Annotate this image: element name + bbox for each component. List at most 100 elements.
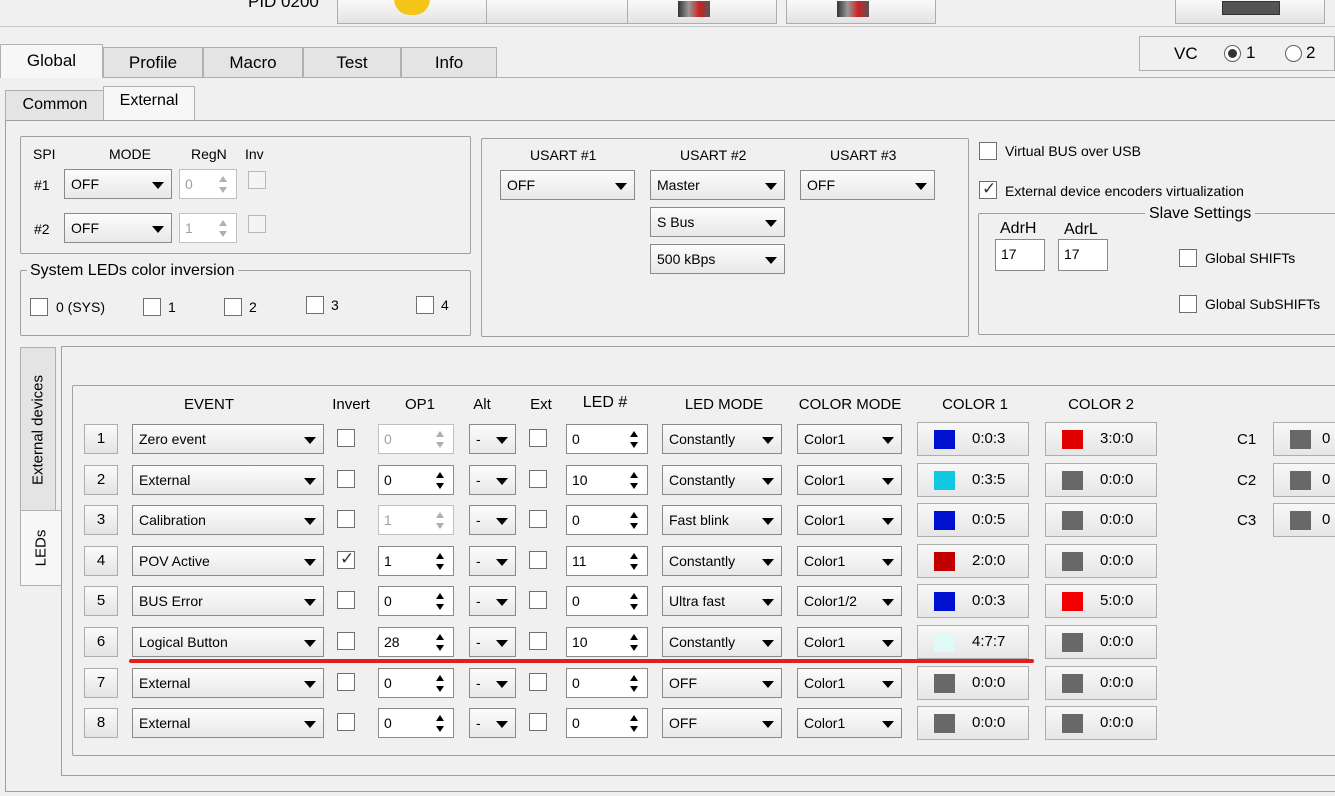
- color-mode-select[interactable]: Color1: [797, 545, 902, 576]
- alt-select[interactable]: -: [469, 627, 516, 657]
- row-number-button[interactable]: 3: [84, 505, 118, 536]
- custom-color-button[interactable]: 0: [1273, 503, 1335, 538]
- toolbar-button-1[interactable]: [337, 0, 487, 24]
- toolbar-button-4[interactable]: [786, 0, 936, 24]
- spi1-regn-spinner[interactable]: 0: [179, 169, 237, 199]
- invert-checkbox[interactable]: [337, 713, 355, 732]
- led-number-spinner[interactable]: 11: [566, 545, 648, 576]
- op1-spinner[interactable]: 1: [378, 505, 454, 536]
- color2-button[interactable]: 0:0:0: [1045, 462, 1157, 497]
- ext-checkbox[interactable]: [529, 550, 547, 569]
- spi2-regn-spinner[interactable]: 1: [179, 213, 237, 243]
- sysled-0-checkbox[interactable]: [30, 298, 48, 316]
- tab-test[interactable]: Test: [303, 47, 401, 77]
- row-number-button[interactable]: 4: [84, 545, 118, 576]
- tab-global[interactable]: Global: [0, 44, 103, 78]
- subtab-external[interactable]: External: [103, 86, 195, 120]
- op1-spinner[interactable]: 0: [378, 424, 454, 454]
- led-mode-select[interactable]: Constantly: [662, 627, 782, 657]
- alt-select[interactable]: -: [469, 667, 516, 698]
- led-mode-select[interactable]: OFF: [662, 667, 782, 698]
- alt-select[interactable]: -: [469, 464, 516, 495]
- global-shifts-checkbox[interactable]: [1179, 249, 1197, 267]
- invert-checkbox[interactable]: ✓: [337, 549, 355, 569]
- spi1-inv-checkbox[interactable]: [248, 171, 266, 189]
- alt-select[interactable]: -: [469, 586, 516, 617]
- color-mode-select[interactable]: Color1: [797, 505, 902, 536]
- event-select[interactable]: External: [132, 708, 324, 739]
- color-mode-select[interactable]: Color1: [797, 627, 902, 657]
- color1-button[interactable]: 0:0:0: [917, 665, 1029, 700]
- event-select[interactable]: Logical Button: [132, 627, 324, 657]
- toolbar-button-2[interactable]: [486, 0, 628, 24]
- adrh-input[interactable]: 17: [995, 239, 1045, 271]
- led-number-spinner[interactable]: 0: [566, 424, 648, 454]
- ext-checkbox[interactable]: [529, 591, 547, 610]
- event-select[interactable]: BUS Error: [132, 586, 324, 617]
- op1-spinner[interactable]: 1: [378, 545, 454, 576]
- color1-button[interactable]: 0:0:3: [917, 584, 1029, 619]
- ext-checkbox[interactable]: [529, 672, 547, 691]
- tab-profile[interactable]: Profile: [103, 47, 203, 77]
- sysled-1-checkbox[interactable]: [143, 298, 161, 316]
- color2-button[interactable]: 5:0:0: [1045, 584, 1157, 619]
- event-select[interactable]: External: [132, 464, 324, 495]
- led-mode-select[interactable]: Ultra fast: [662, 586, 782, 617]
- color2-button[interactable]: 3:0:0: [1045, 422, 1157, 456]
- color1-button[interactable]: 4:7:7: [917, 625, 1029, 659]
- side-tab-leds[interactable]: LEDs: [20, 510, 62, 586]
- led-number-spinner[interactable]: 0: [566, 667, 648, 698]
- row-number-button[interactable]: 2: [84, 464, 118, 495]
- op1-spinner[interactable]: 28: [378, 627, 454, 657]
- sysled-2-checkbox[interactable]: [224, 298, 242, 316]
- color-mode-select[interactable]: Color1/2: [797, 586, 902, 617]
- led-number-spinner[interactable]: 0: [566, 586, 648, 617]
- event-select[interactable]: POV Active: [132, 545, 324, 576]
- ext-checkbox[interactable]: [529, 429, 547, 447]
- color-mode-select[interactable]: Color1: [797, 667, 902, 698]
- led-mode-select[interactable]: Fast blink: [662, 505, 782, 536]
- row-number-button[interactable]: 6: [84, 627, 118, 657]
- vc-radio-1[interactable]: [1224, 45, 1241, 62]
- led-number-spinner[interactable]: 0: [566, 505, 648, 536]
- ext-checkbox[interactable]: [529, 510, 547, 529]
- alt-select[interactable]: -: [469, 545, 516, 576]
- subtab-common[interactable]: Common: [5, 90, 105, 120]
- led-mode-select[interactable]: Constantly: [662, 545, 782, 576]
- adrl-input[interactable]: 17: [1058, 239, 1108, 271]
- sysled-4-checkbox[interactable]: [416, 296, 434, 314]
- color2-button[interactable]: 0:0:0: [1045, 625, 1157, 659]
- invert-checkbox[interactable]: [337, 591, 355, 610]
- led-number-spinner[interactable]: 0: [566, 708, 648, 739]
- op1-spinner[interactable]: 0: [378, 464, 454, 495]
- color2-button[interactable]: 0:0:0: [1045, 543, 1157, 578]
- alt-select[interactable]: -: [469, 424, 516, 454]
- led-number-spinner[interactable]: 10: [566, 627, 648, 657]
- usart3-select[interactable]: OFF: [800, 170, 935, 200]
- row-number-button[interactable]: 1: [84, 424, 118, 454]
- row-number-button[interactable]: 5: [84, 586, 118, 617]
- color1-button[interactable]: 0:3:5: [917, 462, 1029, 497]
- event-select[interactable]: External: [132, 667, 324, 698]
- invert-checkbox[interactable]: [337, 632, 355, 650]
- color-mode-select[interactable]: Color1: [797, 424, 902, 454]
- ext-checkbox[interactable]: [529, 713, 547, 732]
- op1-spinner[interactable]: 0: [378, 708, 454, 739]
- color2-button[interactable]: 0:0:0: [1045, 706, 1157, 741]
- usart2-speed-select[interactable]: 500 kBps: [650, 244, 785, 274]
- custom-color-button[interactable]: 0: [1273, 462, 1335, 497]
- alt-select[interactable]: -: [469, 505, 516, 536]
- toolbar-button-5[interactable]: [1175, 0, 1325, 24]
- row-number-button[interactable]: 8: [84, 708, 118, 739]
- ext-checkbox[interactable]: [529, 632, 547, 650]
- color2-button[interactable]: 0:0:0: [1045, 503, 1157, 538]
- invert-checkbox[interactable]: [337, 672, 355, 691]
- sysled-3-checkbox[interactable]: [306, 296, 324, 314]
- custom-color-button[interactable]: 0: [1273, 422, 1335, 456]
- led-mode-select[interactable]: Constantly: [662, 424, 782, 454]
- global-subshifts-checkbox[interactable]: [1179, 295, 1197, 313]
- usart2-bus-select[interactable]: S Bus: [650, 207, 785, 237]
- invert-checkbox[interactable]: [337, 469, 355, 488]
- invert-checkbox[interactable]: [337, 429, 355, 447]
- encoders-virtualization-checkbox[interactable]: ✓: [979, 180, 997, 199]
